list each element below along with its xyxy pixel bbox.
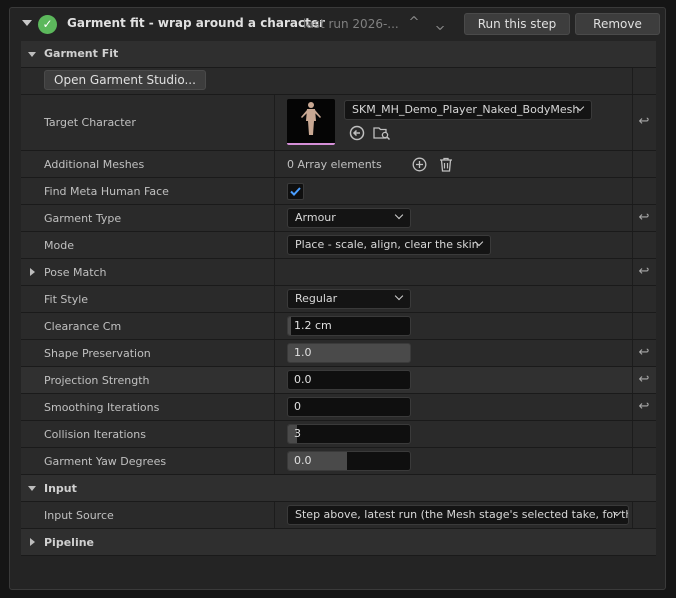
property-label: Target Character bbox=[44, 116, 136, 129]
input-value: 0 bbox=[294, 400, 301, 413]
move-up-icon[interactable]: ^ bbox=[407, 16, 421, 30]
reset-arrow-icon[interactable]: ↩ bbox=[637, 373, 651, 387]
browse-icon[interactable] bbox=[373, 125, 391, 141]
smoothing-iterations-input[interactable]: 0 bbox=[287, 397, 411, 417]
fit-style-dropdown[interactable]: Regular bbox=[287, 289, 411, 309]
property-label: Projection Strength bbox=[44, 374, 150, 387]
open-garment-studio-button[interactable]: Open Garment Studio... bbox=[44, 70, 206, 90]
step-title: Garment fit - wrap around a character bbox=[67, 16, 325, 30]
property-label: Additional Meshes bbox=[44, 158, 145, 171]
expand-arrow-icon[interactable] bbox=[30, 268, 35, 276]
character-thumbnail[interactable] bbox=[287, 99, 335, 145]
property-label: Garment Yaw Degrees bbox=[44, 455, 167, 468]
array-count: 0 Array elements bbox=[287, 158, 382, 171]
step-panel: ✓ Garment fit - wrap around a character … bbox=[9, 7, 666, 590]
input-value: 0.0 bbox=[294, 373, 312, 386]
collision-iterations-input[interactable]: 3 bbox=[287, 424, 411, 444]
garment-yaw-row: Garment Yaw Degrees 0.0 bbox=[21, 448, 656, 475]
find-metahuman-face-checkbox[interactable] bbox=[287, 183, 304, 200]
garment-type-row: Garment Type Armour ↩ bbox=[21, 205, 656, 232]
shape-preservation-slider[interactable]: 1.0 bbox=[287, 343, 411, 363]
expand-arrow-icon bbox=[28, 486, 36, 491]
mode-row: Mode Place - scale, align, clear the ski… bbox=[21, 232, 656, 259]
garment-type-dropdown[interactable]: Armour bbox=[287, 208, 411, 228]
add-icon[interactable] bbox=[412, 157, 427, 172]
dropdown-value: Armour bbox=[295, 211, 336, 224]
chevron-down-icon bbox=[394, 210, 404, 220]
shape-preservation-row: Shape Preservation 1.0 ↩ bbox=[21, 340, 656, 367]
expand-arrow-icon bbox=[30, 538, 35, 546]
find-metahuman-face-row: Find Meta Human Face bbox=[21, 178, 656, 205]
input-value: 0.0 bbox=[294, 454, 312, 467]
property-label: Fit Style bbox=[44, 293, 89, 306]
mode-dropdown[interactable]: Place - scale, align, clear the skin bbox=[287, 235, 491, 255]
category-label: Garment Fit bbox=[44, 47, 119, 60]
collapse-arrow-icon[interactable] bbox=[22, 20, 32, 26]
input-value: 1.2 cm bbox=[294, 319, 332, 332]
projection-strength-row: Projection Strength 0.0 ↩ bbox=[21, 367, 656, 394]
property-label: Garment Type bbox=[44, 212, 122, 225]
property-label: Input Source bbox=[44, 509, 114, 522]
run-step-button[interactable]: Run this step bbox=[464, 13, 570, 35]
trash-icon[interactable] bbox=[439, 157, 453, 172]
check-circle-icon: ✓ bbox=[38, 15, 57, 34]
chevron-down-icon bbox=[394, 291, 404, 301]
clearance-input[interactable]: 1.2 cm bbox=[287, 316, 411, 336]
expand-arrow-icon bbox=[28, 52, 36, 57]
move-down-icon[interactable]: ^ bbox=[433, 16, 447, 31]
input-source-dropdown[interactable]: Step above, latest run (the Mesh stage's… bbox=[287, 505, 629, 525]
property-label: Clearance Cm bbox=[44, 320, 122, 333]
input-value: 1.0 bbox=[294, 346, 312, 359]
fit-style-row: Fit Style Regular bbox=[21, 286, 656, 313]
clearance-row: Clearance Cm 1.2 cm bbox=[21, 313, 656, 340]
category-label: Pipeline bbox=[44, 536, 94, 549]
reset-arrow-icon[interactable]: ↩ bbox=[637, 346, 651, 360]
smoothing-iterations-row: Smoothing Iterations 0 ↩ bbox=[21, 394, 656, 421]
category-label: Input bbox=[44, 482, 77, 495]
reset-arrow-icon[interactable]: ↩ bbox=[637, 400, 651, 414]
property-label: Find Meta Human Face bbox=[44, 185, 169, 198]
open-studio-row: Open Garment Studio... bbox=[21, 68, 656, 95]
projection-strength-slider[interactable]: 0.0 bbox=[287, 370, 411, 390]
category-garment-fit[interactable]: Garment Fit bbox=[21, 41, 656, 68]
property-label: Collision Iterations bbox=[44, 428, 146, 441]
dropdown-value: Regular bbox=[295, 292, 338, 305]
category-input[interactable]: Input bbox=[21, 475, 656, 502]
target-character-dropdown[interactable]: SKM_MH_Demo_Player_Naked_BodyMesh bbox=[344, 100, 592, 120]
input-source-row: Input Source Step above, latest run (the… bbox=[21, 502, 656, 529]
property-label: Mode bbox=[44, 239, 74, 252]
property-label: Shape Preservation bbox=[44, 347, 151, 360]
property-label: Pose Match bbox=[44, 266, 107, 279]
target-character-row: Target Character SKM_MH_Demo_Player_Nake… bbox=[21, 95, 656, 151]
reset-arrow-icon[interactable]: ↩ bbox=[637, 211, 651, 225]
step-header: ✓ Garment fit - wrap around a character … bbox=[10, 8, 665, 40]
checkmark-icon bbox=[290, 187, 301, 196]
value-fill bbox=[288, 317, 291, 335]
last-run-status: last run 2026-... bbox=[303, 17, 399, 31]
remove-button[interactable]: Remove bbox=[575, 13, 660, 35]
garment-yaw-slider[interactable]: 0.0 bbox=[287, 451, 411, 471]
dropdown-value: SKM_MH_Demo_Player_Naked_BodyMesh bbox=[352, 103, 580, 116]
use-selected-icon[interactable] bbox=[349, 125, 365, 141]
property-label: Smoothing Iterations bbox=[44, 401, 160, 414]
additional-meshes-row: Additional Meshes 0 Array elements bbox=[21, 151, 656, 178]
dropdown-value: Place - scale, align, clear the skin bbox=[295, 238, 479, 251]
collision-iterations-row: Collision Iterations 3 bbox=[21, 421, 656, 448]
reset-arrow-icon[interactable]: ↩ bbox=[637, 265, 651, 279]
pose-match-row[interactable]: Pose Match ↩ bbox=[21, 259, 656, 286]
input-value: 3 bbox=[294, 427, 301, 440]
reset-arrow-icon[interactable]: ↩ bbox=[637, 115, 651, 129]
category-pipeline[interactable]: Pipeline bbox=[21, 529, 656, 556]
dropdown-value: Step above, latest run (the Mesh stage's… bbox=[295, 508, 629, 521]
